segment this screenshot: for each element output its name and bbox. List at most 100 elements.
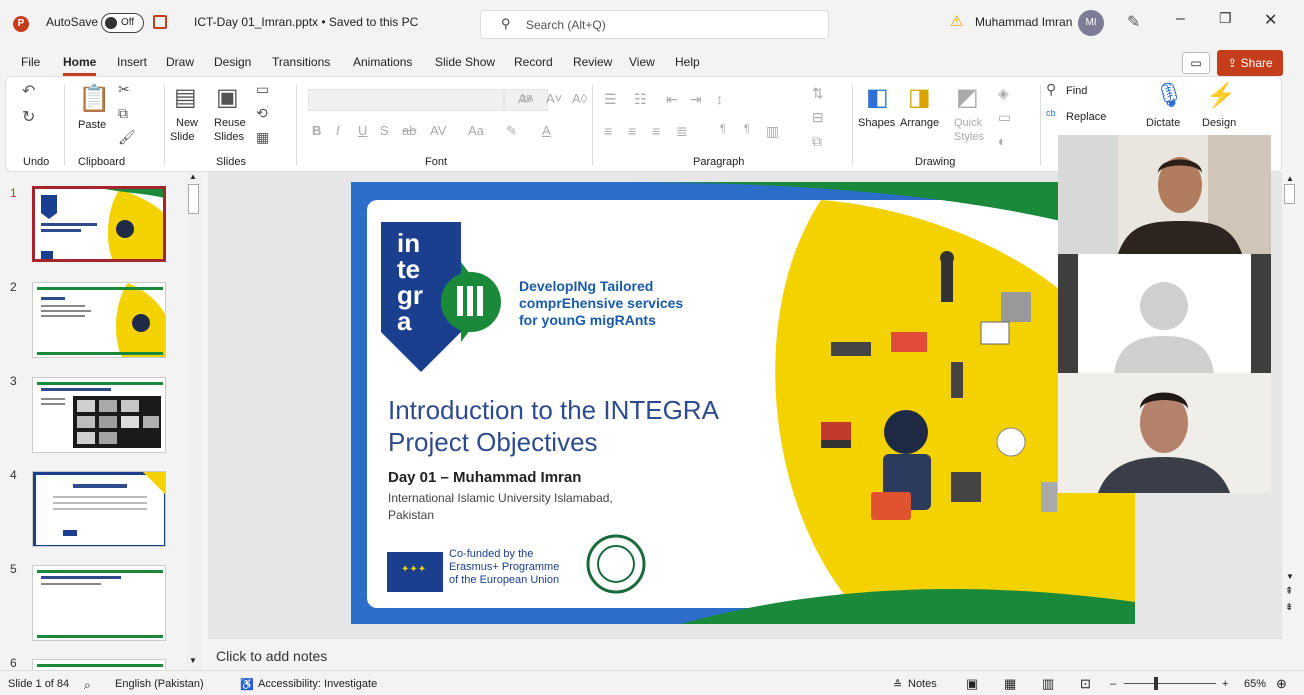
scroll-down-icon[interactable]: ▼ bbox=[1286, 572, 1294, 581]
new-slide-label2[interactable]: Slide bbox=[170, 131, 194, 143]
document-title[interactable]: ICT-Day 01_Imran.pptx • Saved to this PC bbox=[194, 15, 418, 29]
notes-placeholder[interactable]: Click to add notes bbox=[216, 648, 327, 664]
normal-view-icon[interactable]: ▣ bbox=[966, 676, 978, 692]
justify-icon[interactable]: ≣ bbox=[676, 123, 688, 140]
accessibility-status[interactable]: Accessibility: Investigate bbox=[258, 678, 377, 690]
search-box[interactable]: ⚲ Search (Alt+Q) bbox=[480, 10, 829, 39]
tab-help[interactable]: Help bbox=[675, 55, 700, 69]
thumbnail-scrollbar[interactable]: ▲ ▼ bbox=[186, 172, 201, 670]
shapes-button[interactable]: Shapes bbox=[858, 117, 895, 129]
slide-affiliation[interactable]: International Islamic University Islamab… bbox=[388, 490, 613, 524]
zoom-slider[interactable] bbox=[1124, 683, 1216, 684]
smartart-icon[interactable]: ⧉ bbox=[812, 133, 822, 150]
new-slide-label[interactable]: New bbox=[176, 117, 198, 129]
tab-draw[interactable]: Draw bbox=[166, 55, 194, 69]
slide-show-icon[interactable]: ⊡ bbox=[1080, 676, 1091, 692]
tab-transitions[interactable]: Transitions bbox=[272, 55, 330, 69]
dictate-button[interactable]: Dictate bbox=[1146, 117, 1180, 129]
reuse-slides-icon[interactable]: ▣ bbox=[216, 83, 239, 112]
scroll-down-icon[interactable]: ▼ bbox=[189, 656, 197, 665]
tab-design[interactable]: Design bbox=[214, 55, 251, 69]
strikethrough-icon[interactable]: ab bbox=[402, 123, 416, 138]
italic-icon[interactable]: I bbox=[336, 123, 340, 138]
align-left-icon[interactable]: ≡ bbox=[604, 123, 612, 139]
tab-slide-show[interactable]: Slide Show bbox=[435, 55, 495, 69]
scrollbar-thumb[interactable] bbox=[1284, 184, 1295, 204]
numbering-icon[interactable]: ☷ bbox=[634, 91, 647, 108]
increase-indent-icon[interactable]: ⇥ bbox=[690, 91, 702, 108]
reuse-label[interactable]: Reuse bbox=[214, 117, 246, 129]
tab-insert[interactable]: Insert bbox=[117, 55, 147, 69]
pen-icon[interactable]: ✎ bbox=[1127, 12, 1140, 32]
paste-button[interactable]: Paste bbox=[78, 119, 106, 131]
find-icon[interactable]: ⚲ bbox=[1046, 81, 1056, 98]
font-color-icon[interactable]: A bbox=[542, 123, 551, 138]
designer-icon[interactable]: ⚡ bbox=[1206, 81, 1236, 110]
reuse-label2[interactable]: Slides bbox=[214, 131, 244, 143]
slide-thumbnail-6[interactable] bbox=[32, 659, 166, 670]
autosave-toggle[interactable]: Off bbox=[101, 13, 144, 33]
shrink-font-icon[interactable]: A˅ bbox=[546, 91, 562, 106]
user-name[interactable]: Muhammad Imran bbox=[975, 15, 1072, 29]
notes-button[interactable]: Notes bbox=[908, 678, 937, 690]
text-direction-2-icon[interactable]: ⇅ bbox=[812, 85, 824, 102]
quick-styles-label2[interactable]: Styles bbox=[954, 131, 984, 143]
accessibility-icon[interactable]: ♿ bbox=[240, 678, 254, 691]
columns-icon[interactable]: ▥ bbox=[766, 123, 779, 140]
bullets-icon[interactable]: ☰ bbox=[604, 91, 617, 108]
font-family-select[interactable] bbox=[308, 89, 504, 111]
replace-button[interactable]: Replace bbox=[1066, 111, 1106, 123]
notes-pane[interactable]: Click to add notes bbox=[208, 638, 1282, 670]
slide-subtitle[interactable]: Day 01 – Muhammad Imran bbox=[388, 469, 581, 486]
char-spacing-icon[interactable]: AV bbox=[430, 123, 446, 138]
slide-title[interactable]: Introduction to the INTEGRA Project Obje… bbox=[388, 394, 719, 458]
underline-icon[interactable]: U bbox=[358, 123, 367, 138]
current-slide[interactable]: in te gr a DevelopINg Tailored comprEhen… bbox=[351, 182, 1135, 624]
warning-icon[interactable]: ⚠ bbox=[950, 12, 963, 30]
grow-font-icon[interactable]: A˄ bbox=[518, 91, 534, 106]
slide-sorter-icon[interactable]: ▦ bbox=[1004, 676, 1016, 692]
next-slide-icon[interactable]: ⇟ bbox=[1285, 602, 1293, 613]
previous-slide-icon[interactable]: ⇞ bbox=[1285, 586, 1293, 597]
slide-thumbnail-3[interactable] bbox=[32, 377, 166, 453]
slide-thumbnail-2[interactable] bbox=[32, 282, 166, 358]
minimize-icon[interactable]: – bbox=[1176, 10, 1185, 28]
spelling-icon[interactable]: ⌕ bbox=[84, 678, 91, 693]
reset-icon[interactable]: ⟲ bbox=[256, 105, 268, 122]
decrease-indent-icon[interactable]: ⇤ bbox=[666, 91, 678, 108]
align-right-icon[interactable]: ≡ bbox=[652, 123, 660, 139]
close-icon[interactable]: ✕ bbox=[1264, 10, 1277, 30]
line-spacing-icon[interactable]: ↕ bbox=[716, 91, 723, 107]
undo-icon[interactable]: ↶ bbox=[22, 81, 35, 101]
shape-fill-icon[interactable]: ◈ bbox=[998, 85, 1009, 102]
user-avatar[interactable]: MI bbox=[1078, 10, 1104, 36]
tab-view[interactable]: View bbox=[629, 55, 655, 69]
language-status[interactable]: English (Pakistan) bbox=[115, 678, 204, 690]
copy-icon[interactable]: ⧉ bbox=[118, 105, 128, 122]
arrange-icon[interactable]: ◨ bbox=[908, 83, 931, 112]
align-text-icon[interactable]: ⊟ bbox=[812, 109, 824, 126]
reading-view-icon[interactable]: ▥ bbox=[1042, 676, 1054, 692]
change-case-icon[interactable]: Aa bbox=[468, 123, 484, 138]
notes-icon[interactable]: ≙ bbox=[893, 678, 902, 691]
scroll-up-icon[interactable]: ▲ bbox=[1286, 174, 1294, 183]
tab-home[interactable]: Home bbox=[63, 55, 97, 76]
layout-icon[interactable]: ▭ bbox=[256, 81, 269, 98]
scroll-up-icon[interactable]: ▲ bbox=[189, 172, 197, 181]
shapes-icon[interactable]: ◧ bbox=[866, 83, 889, 112]
rtl-icon[interactable]: ¶ bbox=[744, 123, 750, 135]
quick-styles-icon[interactable]: ◩ bbox=[956, 83, 979, 112]
comments-icon[interactable]: ▭ bbox=[1182, 52, 1210, 74]
replace-icon[interactable]: ᶜᵇ bbox=[1046, 107, 1056, 122]
slide-thumbnail-1[interactable] bbox=[32, 186, 166, 262]
slide-scrollbar[interactable]: ▲ ▼ ⇞ ⇟ bbox=[1282, 172, 1298, 638]
shadow-icon[interactable]: S bbox=[380, 123, 389, 138]
new-slide-icon[interactable]: ▤ bbox=[174, 83, 197, 112]
arrange-button[interactable]: Arrange bbox=[900, 117, 939, 129]
tab-animations[interactable]: Animations bbox=[353, 55, 412, 69]
zoom-out-icon[interactable]: – bbox=[1110, 678, 1116, 690]
quick-styles-button[interactable]: Quick bbox=[954, 117, 982, 129]
clear-format-icon[interactable]: A◊ bbox=[572, 91, 587, 106]
shape-outline-icon[interactable]: ▭ bbox=[998, 109, 1011, 126]
slide-thumbnail-5[interactable] bbox=[32, 565, 166, 641]
